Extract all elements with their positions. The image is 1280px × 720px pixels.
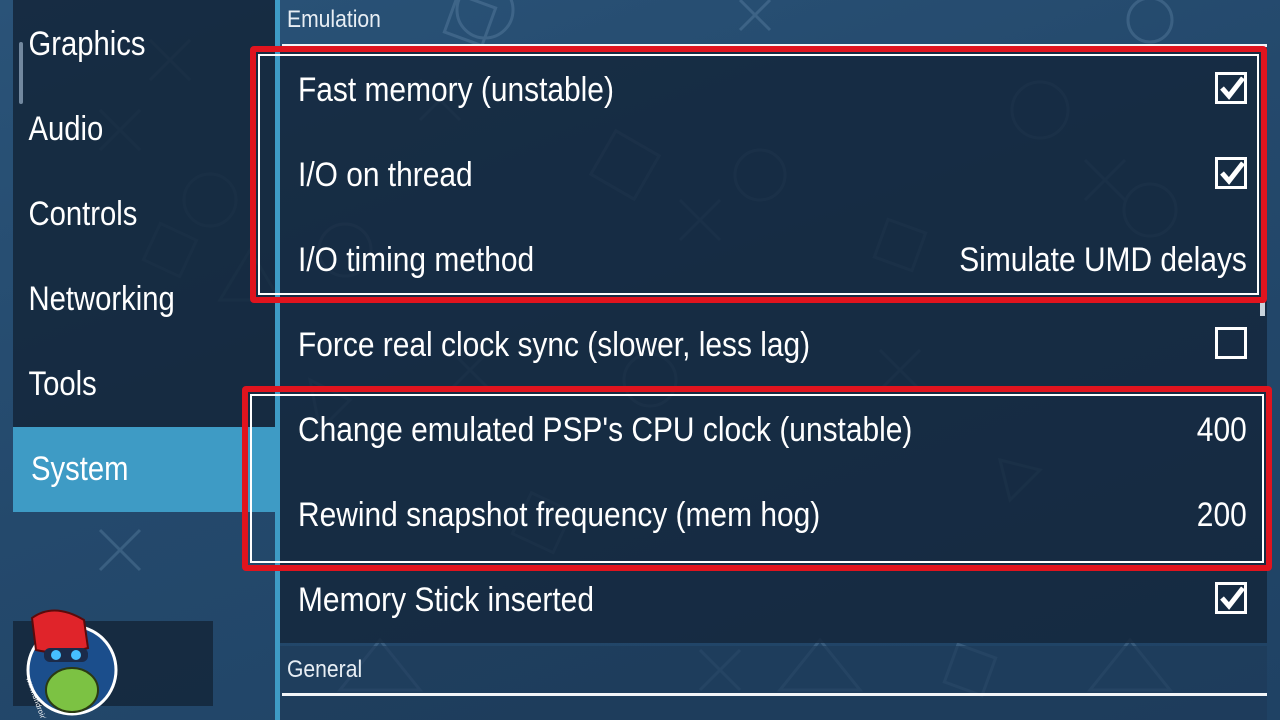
io-timing-method-value: Simulate UMD delays: [959, 241, 1247, 279]
section-divider: [282, 44, 1267, 47]
force-real-clock-sync-checkbox[interactable]: [1215, 327, 1247, 359]
checkmark-icon: [1220, 76, 1245, 100]
setting-label: I/O timing method: [298, 241, 535, 279]
section-divider: [282, 693, 1267, 696]
setting-label: Force real clock sync (slower, less lag): [298, 326, 811, 364]
rewind-snapshot-frequency-value: 200: [1197, 496, 1247, 534]
cpu-clock-value: 400: [1197, 411, 1247, 449]
setting-fast-memory[interactable]: Fast memory (unstable): [280, 48, 1267, 133]
io-on-thread-checkbox[interactable]: [1215, 157, 1247, 189]
memory-stick-inserted-checkbox[interactable]: [1215, 582, 1247, 614]
sidebar-item-label: Tools: [28, 365, 97, 403]
fast-memory-checkbox[interactable]: [1215, 72, 1247, 104]
section-title-emulation: Emulation: [287, 6, 381, 33]
setting-cpu-clock[interactable]: Change emulated PSP's CPU clock (unstabl…: [280, 388, 1267, 473]
sidebar-item-graphics[interactable]: Graphics: [13, 2, 238, 87]
setting-label: Fast memory (unstable): [298, 71, 614, 109]
sidebar-item-label: System: [31, 450, 129, 488]
setting-io-on-thread[interactable]: I/O on thread: [280, 133, 1267, 218]
checkmark-icon: [1220, 161, 1245, 185]
setting-label: Rewind snapshot frequency (mem hog): [298, 496, 821, 534]
setting-label: I/O on thread: [298, 156, 473, 194]
checkmark-icon: [1220, 586, 1245, 610]
sidebar-item-label: Controls: [28, 195, 138, 233]
sidebar-item-networking[interactable]: Networking: [13, 257, 238, 342]
sidebar-item-audio[interactable]: Audio: [13, 87, 238, 172]
setting-force-real-clock-sync[interactable]: Force real clock sync (slower, less lag): [280, 303, 1267, 388]
sidebar-item-label: Graphics: [28, 25, 146, 63]
setting-io-timing-method[interactable]: I/O timing method Simulate UMD delays: [280, 218, 1267, 303]
setting-label: Memory Stick inserted: [298, 581, 594, 619]
sidebar-item-label: Networking: [28, 280, 175, 318]
android-mascot-logo: www.androidsetup.id: [24, 609, 118, 718]
section-title-general: General: [287, 656, 363, 683]
setting-rewind-snapshot-frequency[interactable]: Rewind snapshot frequency (mem hog) 200: [280, 473, 1267, 558]
setting-label: Change emulated PSP's CPU clock (unstabl…: [298, 411, 913, 449]
setting-memory-stick-inserted[interactable]: Memory Stick inserted: [280, 558, 1267, 643]
sidebar-item-system[interactable]: System: [13, 427, 275, 512]
general-section: [280, 646, 1267, 720]
sidebar-item-controls[interactable]: Controls: [13, 172, 238, 257]
sidebar: Graphics Audio Controls Networking Tools…: [13, 0, 275, 512]
content-scrollbar[interactable]: [1260, 298, 1265, 316]
sidebar-item-label: Audio: [28, 110, 104, 148]
sidebar-item-tools[interactable]: Tools: [13, 342, 238, 427]
